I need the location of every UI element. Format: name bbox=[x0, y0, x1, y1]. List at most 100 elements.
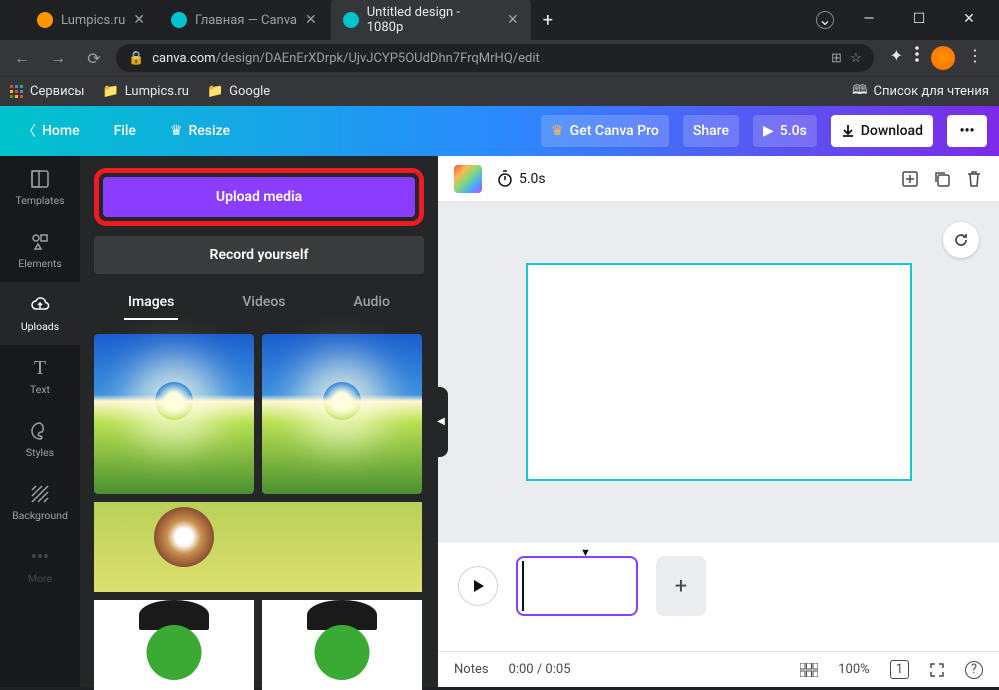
favicon-lumpics bbox=[37, 12, 53, 28]
canvas-area[interactable] bbox=[438, 202, 999, 541]
bookmark-star-icon[interactable]: ☆ bbox=[850, 51, 862, 66]
duration-button[interactable]: 5.0s bbox=[496, 170, 546, 188]
maximize-icon[interactable]: ☐ bbox=[904, 11, 934, 29]
canva-topbar: 〈 Home File ♛ Resize ♛ Get Canva Pro Sha… bbox=[0, 106, 999, 156]
download-icon bbox=[841, 124, 855, 138]
timeline-clip[interactable] bbox=[516, 556, 638, 616]
tab-title: Главная — Canva bbox=[195, 13, 297, 28]
forward-icon[interactable]: → bbox=[44, 48, 72, 68]
sidebar-item-label: Background bbox=[12, 509, 68, 522]
editor-footer: Notes 0:00 / 0:05 100% 1 ? bbox=[438, 651, 999, 687]
profile-avatar[interactable] bbox=[931, 46, 955, 70]
upload-media-button[interactable]: Upload media bbox=[103, 177, 415, 217]
editor-toolbar: 5.0s bbox=[438, 156, 999, 202]
timeline-play-button[interactable] bbox=[458, 566, 498, 606]
menu-icon[interactable] bbox=[915, 46, 919, 70]
more-button[interactable]: ••• bbox=[947, 115, 987, 147]
upload-thumbnail[interactable] bbox=[94, 502, 422, 592]
reading-list-icon: 🕮 bbox=[852, 81, 867, 103]
favicon-canva bbox=[171, 12, 187, 28]
upload-thumbnail[interactable] bbox=[94, 334, 254, 494]
duration-value: 5.0s bbox=[519, 171, 546, 187]
uploads-icon bbox=[29, 294, 51, 316]
favicon-canva bbox=[343, 12, 359, 28]
uploads-panel: Upload media Record yourself Images Vide… bbox=[80, 156, 438, 687]
close-icon[interactable]: ✕ bbox=[305, 12, 317, 28]
home-button[interactable]: 〈 Home bbox=[12, 113, 90, 149]
reload-icon[interactable]: ⟳ bbox=[80, 49, 108, 68]
grid-view-icon[interactable] bbox=[800, 663, 818, 677]
resize-button[interactable]: ♛ Resize bbox=[160, 115, 240, 147]
browser-tab-1[interactable]: Lumpics.ru ✕ bbox=[25, 4, 157, 36]
editor: 5.0s ▼ + Notes bbox=[438, 156, 999, 687]
download-button[interactable]: Download bbox=[831, 115, 933, 147]
reading-list-button[interactable]: 🕮 Список для чтения bbox=[852, 81, 989, 103]
stopwatch-icon bbox=[496, 170, 514, 188]
extensions-icon[interactable]: ✦ bbox=[890, 46, 903, 70]
sidebar-item-label: Uploads bbox=[21, 320, 59, 333]
bookmark-services[interactable]: Сервисы bbox=[10, 84, 85, 99]
trash-icon[interactable] bbox=[965, 170, 983, 188]
upload-highlight: Upload media bbox=[94, 168, 424, 226]
templates-icon bbox=[29, 168, 51, 190]
help-icon[interactable]: ? bbox=[965, 661, 983, 679]
get-pro-button[interactable]: ♛ Get Canva Pro bbox=[541, 115, 669, 147]
timeline: ▼ + bbox=[438, 541, 999, 651]
install-app-icon[interactable]: ⊞ bbox=[831, 51, 842, 66]
upload-thumbnail[interactable] bbox=[262, 600, 422, 690]
color-picker-button[interactable] bbox=[454, 165, 482, 193]
notes-button[interactable]: Notes bbox=[454, 662, 489, 677]
browser-tab-3[interactable]: Untitled design - 1080p ✕ bbox=[331, 0, 531, 43]
page-number[interactable]: 1 bbox=[890, 660, 909, 679]
sidebar-item-label: More bbox=[28, 572, 52, 585]
browser-tab-2[interactable]: Главная — Canva ✕ bbox=[159, 4, 329, 36]
folder-icon: 📁 bbox=[103, 84, 119, 99]
tab-title: Lumpics.ru bbox=[61, 13, 125, 28]
sidebar-item-text[interactable]: T Text bbox=[0, 345, 80, 408]
add-page-icon[interactable] bbox=[901, 170, 919, 188]
new-tab-button[interactable]: + bbox=[533, 10, 563, 31]
time-display: 0:00 / 0:05 bbox=[509, 662, 571, 677]
play-button[interactable]: ▶ 5.0s bbox=[753, 115, 817, 147]
sidebar-item-styles[interactable]: Styles bbox=[0, 408, 80, 471]
window-controls: ⌄ — ☐ ✕ bbox=[816, 11, 999, 29]
record-yourself-button[interactable]: Record yourself bbox=[94, 236, 424, 274]
sidebar-item-elements[interactable]: Elements bbox=[0, 219, 80, 282]
close-icon[interactable]: ✕ bbox=[507, 12, 519, 28]
tab-images[interactable]: Images bbox=[124, 286, 178, 320]
canvas-frame[interactable] bbox=[526, 263, 912, 481]
folder-icon: 📁 bbox=[207, 84, 223, 99]
url-text: canva.com/design/DAEnErXDrpk/UjvJCYP5OUd… bbox=[152, 51, 540, 66]
sidebar-item-uploads[interactable]: Uploads bbox=[0, 282, 80, 345]
close-icon[interactable]: ✕ bbox=[954, 11, 984, 29]
upload-thumbnail[interactable] bbox=[262, 334, 422, 494]
chevron-down-icon[interactable]: ⌄ bbox=[816, 11, 834, 29]
file-button[interactable]: File bbox=[104, 115, 146, 147]
minimize-icon[interactable]: — bbox=[854, 11, 884, 29]
lock-icon: 🔒 bbox=[128, 51, 144, 66]
bookmark-google[interactable]: 📁 Google bbox=[207, 84, 270, 99]
button-label: Upload media bbox=[216, 189, 302, 205]
fullscreen-icon[interactable] bbox=[929, 662, 945, 678]
add-clip-button[interactable]: + bbox=[656, 556, 706, 616]
bookmark-lumpics[interactable]: 📁 Lumpics.ru bbox=[103, 84, 189, 99]
chevron-left-icon: 〈 bbox=[22, 121, 36, 141]
sidebar-item-more[interactable]: ••• More bbox=[0, 534, 80, 597]
thumbnail-grid bbox=[94, 334, 424, 690]
tab-videos[interactable]: Videos bbox=[238, 286, 289, 320]
sidebar-item-templates[interactable]: Templates bbox=[0, 156, 80, 219]
sidebar-item-background[interactable]: Background bbox=[0, 471, 80, 534]
crown-icon: ♛ bbox=[170, 123, 183, 139]
kebab-menu-icon[interactable]: ⋮ bbox=[967, 46, 983, 70]
tab-audio[interactable]: Audio bbox=[350, 286, 394, 320]
close-icon[interactable]: ✕ bbox=[133, 12, 145, 28]
duplicate-icon[interactable] bbox=[933, 170, 951, 188]
share-button[interactable]: Share bbox=[683, 115, 739, 147]
play-icon: ▶ bbox=[763, 123, 774, 139]
zoom-level[interactable]: 100% bbox=[838, 662, 869, 677]
back-icon[interactable]: ← bbox=[8, 48, 36, 68]
url-input[interactable]: 🔒 canva.com/design/DAEnErXDrpk/UjvJCYP5O… bbox=[116, 44, 874, 72]
refresh-button[interactable] bbox=[943, 222, 979, 258]
background-icon bbox=[29, 483, 51, 505]
upload-thumbnail[interactable] bbox=[94, 600, 254, 690]
